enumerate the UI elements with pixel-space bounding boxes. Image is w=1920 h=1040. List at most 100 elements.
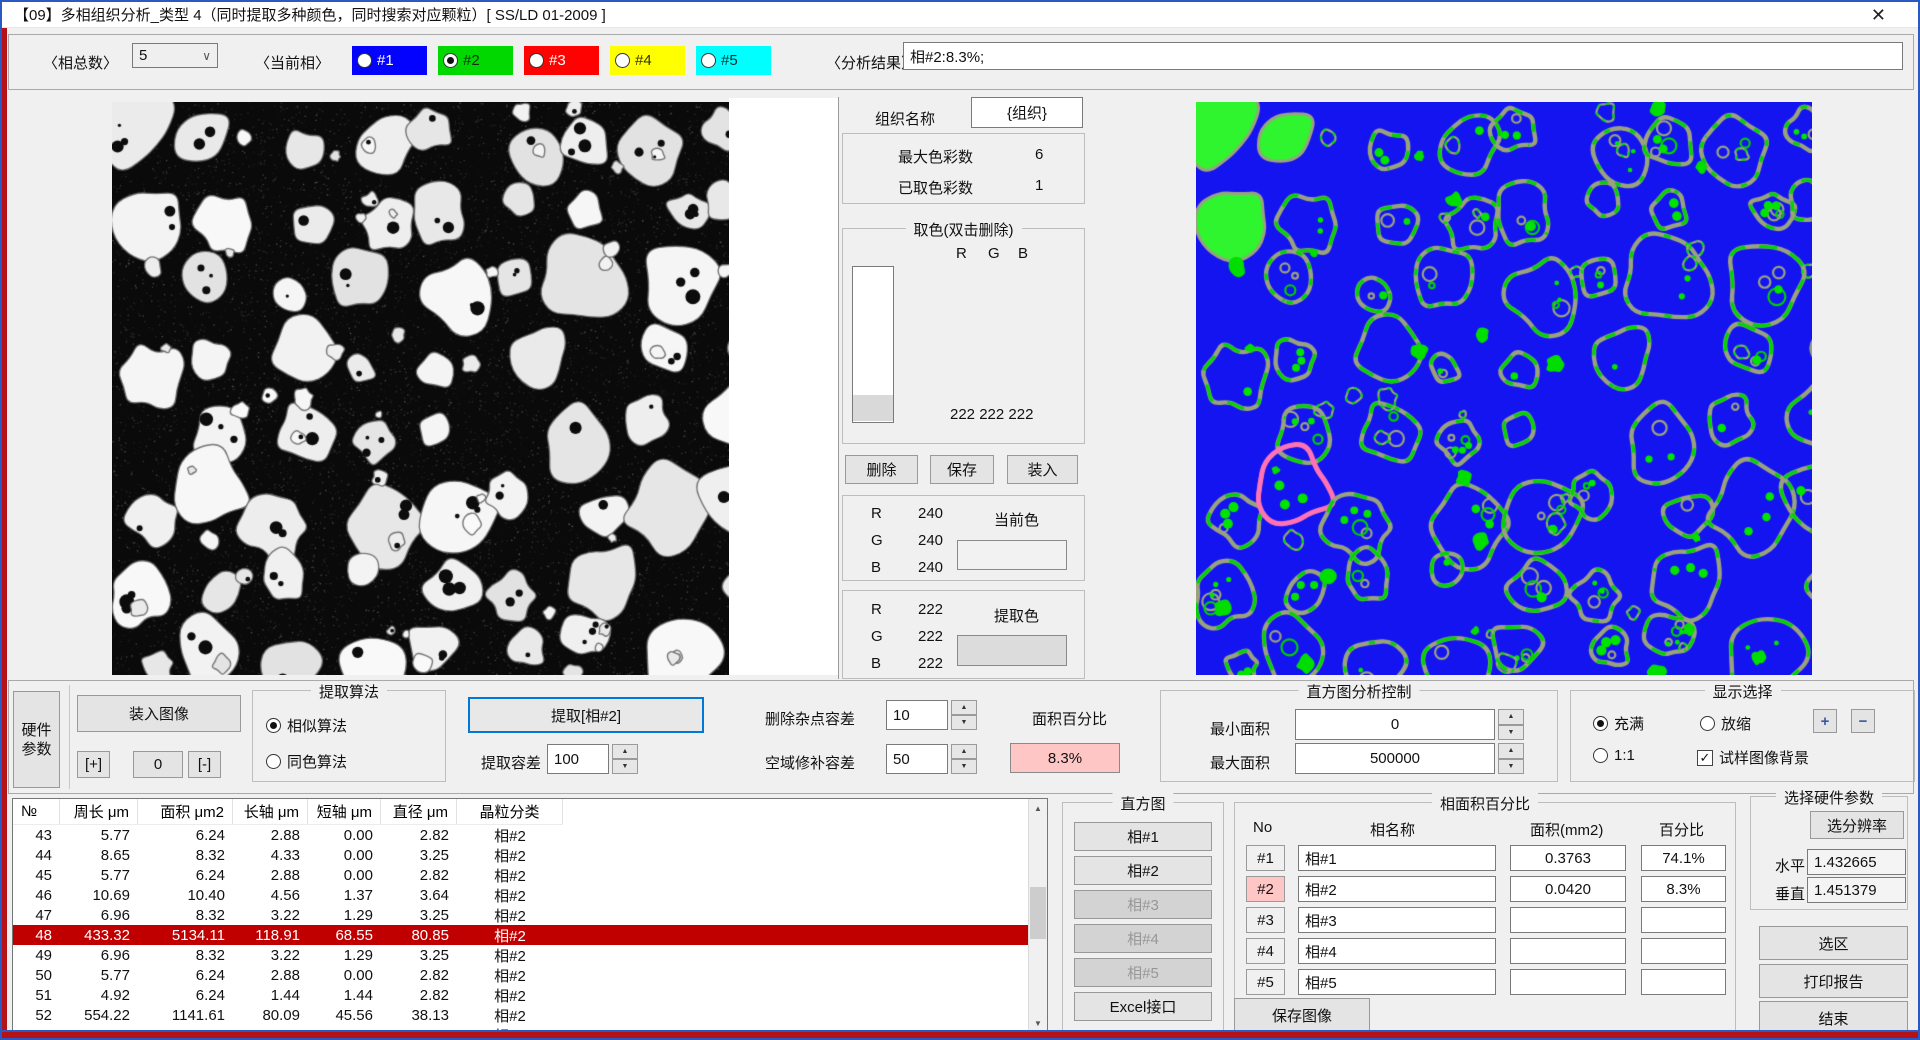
phase-name-field[interactable]: 相#3 xyxy=(1298,907,1496,933)
noise-tolerance-field[interactable]: 10 xyxy=(886,700,948,730)
max-area-down-icon[interactable]: ▼ xyxy=(1498,759,1524,775)
table-cell: 2.88 xyxy=(233,967,308,984)
histogram-title: 直方图 xyxy=(1112,793,1173,814)
table-cell: 43 xyxy=(13,827,60,844)
phase-chip-2[interactable]: #2 xyxy=(438,46,513,75)
select-region-button[interactable]: 选区 xyxy=(1759,926,1908,960)
table-cell: 0.00 xyxy=(308,867,381,884)
phase-pct-value xyxy=(1641,907,1726,933)
fill-tolerance-down-icon[interactable]: ▼ xyxy=(951,759,977,774)
table-cell: 2.82 xyxy=(381,867,457,884)
delete-color-button[interactable]: 删除 xyxy=(845,455,918,484)
extract-tolerance-label: 提取容差 xyxy=(481,752,541,773)
extract-tolerance-down-icon[interactable]: ▼ xyxy=(612,759,638,774)
fill-tolerance-field[interactable]: 50 xyxy=(886,744,948,774)
table-cell: 52 xyxy=(13,1007,60,1024)
table-row[interactable]: 4610.6910.404.561.373.64相#2 xyxy=(13,885,1030,905)
table-row[interactable]: 455.776.242.880.002.82相#2 xyxy=(13,865,1030,885)
min-area-down-icon[interactable]: ▼ xyxy=(1498,725,1524,741)
table-row[interactable]: 476.968.323.221.293.25相#2 xyxy=(13,905,1030,925)
save-image-button[interactable]: 保存图像 xyxy=(1234,998,1370,1032)
phase-name-field[interactable]: 相#4 xyxy=(1298,938,1496,964)
table-cell: 8.32 xyxy=(138,907,233,924)
max-area-field[interactable]: 500000 xyxy=(1295,743,1495,774)
phase-radio-icon[interactable] xyxy=(701,53,716,68)
table-cell: 6.24 xyxy=(138,867,233,884)
scrollbar-thumb[interactable] xyxy=(1030,887,1046,939)
horizontal-field[interactable]: 1.432665 xyxy=(1807,849,1906,875)
current-color-box: R 240 G 240 B 240 当前色 xyxy=(842,495,1085,581)
algo-similar-radio[interactable]: 相似算法 xyxy=(266,715,347,736)
table-row[interactable]: 505.776.242.880.002.82相#2 xyxy=(13,965,1030,985)
resolution-button[interactable]: 选分辨率 xyxy=(1810,811,1904,839)
save-color-button[interactable]: 保存 xyxy=(930,455,994,484)
table-cell: 118.91 xyxy=(233,927,308,944)
extract-tolerance-up-icon[interactable]: ▲ xyxy=(612,744,638,759)
table-row[interactable]: 52554.221141.6180.0945.5638.13相#2 xyxy=(13,1005,1030,1025)
minus-button[interactable]: [-] xyxy=(188,751,221,778)
specimen-image-canvas[interactable] xyxy=(112,102,729,675)
table-scrollbar[interactable]: ▲ ▼ xyxy=(1028,799,1047,1032)
extract-color-box: R 222 G 222 B 222 提取色 xyxy=(842,590,1085,679)
table-cell: 3.25 xyxy=(381,947,457,964)
extract-tolerance-field[interactable]: 100 xyxy=(547,744,609,774)
one-to-one-radio[interactable]: 1:1 xyxy=(1593,747,1635,764)
plus-button[interactable]: [+] xyxy=(77,751,110,778)
zero-button[interactable]: 0 xyxy=(133,751,183,778)
picked-color-item-selected[interactable] xyxy=(853,395,893,421)
close-icon[interactable]: ✕ xyxy=(1871,4,1886,26)
algo-same-radio[interactable]: 同色算法 xyxy=(266,751,347,772)
histogram-button-2[interactable]: 相#2 xyxy=(1074,856,1212,885)
structure-name-field[interactable]: {组织} xyxy=(971,97,1083,128)
table-row[interactable]: 496.968.323.221.293.25相#2 xyxy=(13,945,1030,965)
hardware-params-button[interactable]: 硬件参数 xyxy=(13,691,60,788)
min-area-up-icon[interactable]: ▲ xyxy=(1498,709,1524,725)
max-area-up-icon[interactable]: ▲ xyxy=(1498,743,1524,759)
phase-name-field[interactable]: 相#2 xyxy=(1298,876,1496,902)
phase-name-field[interactable]: 相#1 xyxy=(1298,845,1496,871)
phase-radio-icon[interactable] xyxy=(529,53,544,68)
zoom-out-button[interactable]: − xyxy=(1851,709,1875,733)
load-color-button[interactable]: 装入 xyxy=(1007,455,1078,484)
phase-radio-icon[interactable] xyxy=(357,53,372,68)
min-area-field[interactable]: 0 xyxy=(1295,709,1495,740)
phase-chip-1[interactable]: #1 xyxy=(352,46,427,75)
phase-radio-icon[interactable] xyxy=(443,53,458,68)
rgb-header-r: R xyxy=(956,245,967,262)
table-row[interactable]: 435.776.242.880.002.82相#2 xyxy=(13,825,1030,845)
phase-no-cell[interactable]: #5 xyxy=(1246,969,1285,995)
table-row[interactable]: 514.926.241.441.442.82相#2 xyxy=(13,985,1030,1005)
phase-chip-5[interactable]: #5 xyxy=(696,46,771,75)
specimen-bg-checkbox[interactable]: ✓ 试样图像背景 xyxy=(1697,747,1809,768)
phase-no-cell[interactable]: #2 xyxy=(1246,876,1285,902)
zoom-in-button[interactable]: + xyxy=(1813,709,1837,733)
extract-phase-button[interactable]: 提取[相#2] xyxy=(468,697,704,733)
fill-tolerance-up-icon[interactable]: ▲ xyxy=(951,744,977,759)
table-cell: 0.00 xyxy=(308,827,381,844)
noise-tolerance-up-icon[interactable]: ▲ xyxy=(951,700,977,715)
phase-radio-icon[interactable] xyxy=(615,53,630,68)
phase-no-cell[interactable]: #3 xyxy=(1246,907,1285,933)
phase-chip-label: #1 xyxy=(377,52,394,69)
print-report-button[interactable]: 打印报告 xyxy=(1759,964,1908,998)
table-header-cell: 面积 μm2 xyxy=(138,799,233,824)
scale-radio[interactable]: 放缩 xyxy=(1700,713,1751,734)
phase-no-cell[interactable]: #1 xyxy=(1246,845,1285,871)
phase-total-combobox[interactable]: 5 ∨ xyxy=(132,43,218,68)
phase-name-field[interactable]: 相#5 xyxy=(1298,969,1496,995)
histogram-button-6[interactable]: Excel接口 xyxy=(1074,992,1212,1021)
fit-radio[interactable]: 充满 xyxy=(1593,713,1644,734)
phase-no-cell[interactable]: #4 xyxy=(1246,938,1285,964)
table-row[interactable]: 48433.325134.11118.9168.5580.85相#2 xyxy=(13,925,1030,945)
analysis-result-field[interactable]: 相#2:8.3%; xyxy=(903,42,1903,70)
table-row[interactable]: 448.658.324.330.003.25相#2 xyxy=(13,845,1030,865)
load-image-button[interactable]: 装入图像 xyxy=(77,695,241,732)
phase-chip-4[interactable]: #4 xyxy=(610,46,685,75)
noise-tolerance-down-icon[interactable]: ▼ xyxy=(951,715,977,730)
picked-color-listbox[interactable] xyxy=(852,266,894,423)
phase-chip-3[interactable]: #3 xyxy=(524,46,599,75)
table-cell: 相#2 xyxy=(457,865,563,886)
vertical-field[interactable]: 1.451379 xyxy=(1807,877,1906,903)
histogram-button-1[interactable]: 相#1 xyxy=(1074,822,1212,851)
scroll-up-icon[interactable]: ▲ xyxy=(1029,799,1047,817)
